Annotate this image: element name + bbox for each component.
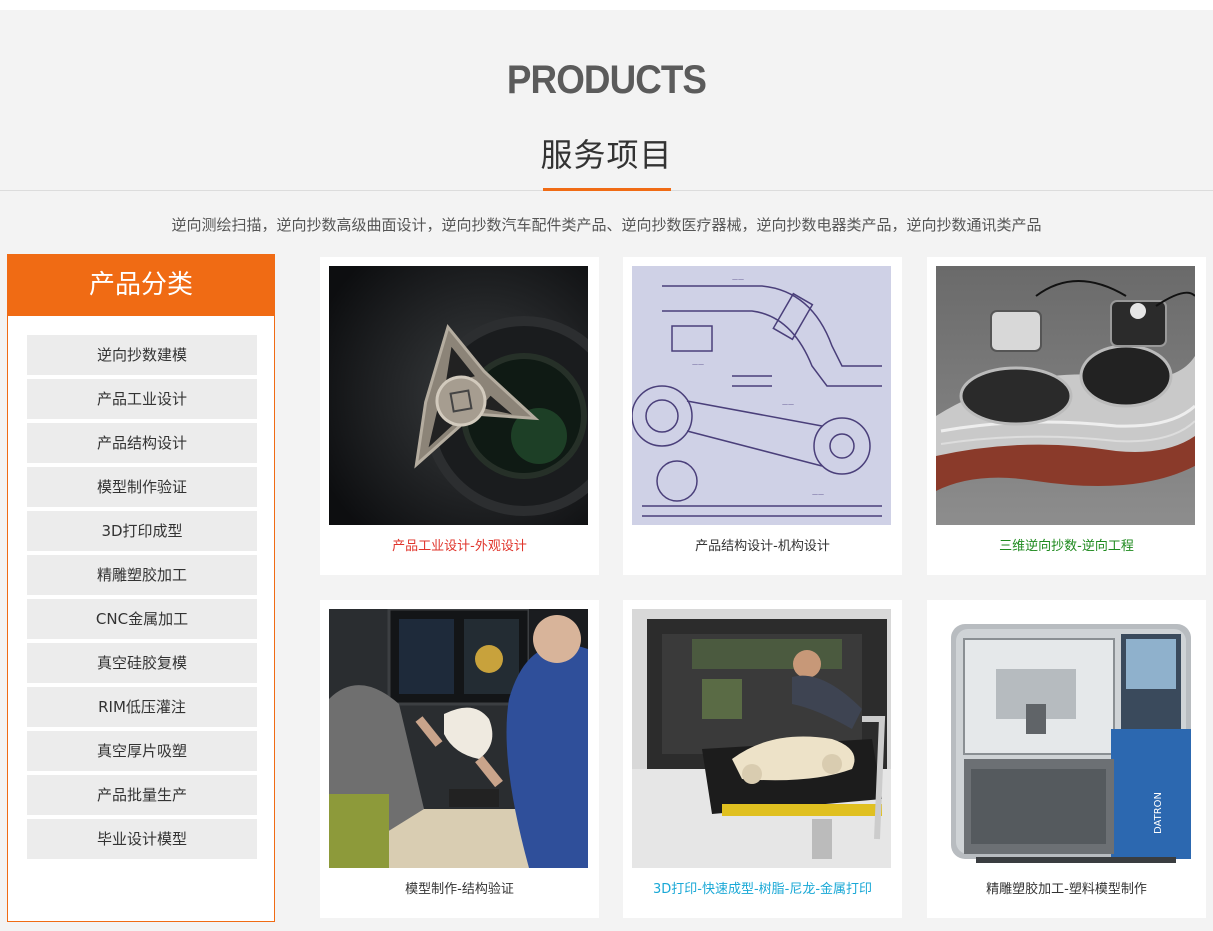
category-item-vacuum-forming[interactable]: 真空厚片吸塑 — [27, 731, 257, 771]
category-item-cnc-metal[interactable]: CNC金属加工 — [27, 599, 257, 639]
product-image-headlamp-render[interactable] — [936, 266, 1195, 525]
category-item-industrial-design[interactable]: 产品工业设计 — [27, 379, 257, 419]
product-image-model-review[interactable] — [329, 609, 588, 868]
product-card[interactable]: 三维逆向抄数-逆向工程 — [927, 257, 1206, 575]
product-caption[interactable]: 产品工业设计-外观设计 — [320, 535, 599, 554]
category-list: 逆向抄数建模 产品工业设计 产品结构设计 模型制作验证 3D打印成型 精雕塑胶加… — [8, 316, 274, 859]
product-caption[interactable]: 产品结构设计-机构设计 — [623, 535, 902, 554]
product-caption[interactable]: 模型制作-结构验证 — [320, 878, 599, 897]
product-caption[interactable]: 精雕塑胶加工-塑料模型制作 — [927, 878, 1206, 897]
category-item-structure-design[interactable]: 产品结构设计 — [27, 423, 257, 463]
product-card[interactable]: 模型制作-结构验证 — [320, 600, 599, 918]
category-item-silicone-mold[interactable]: 真空硅胶复模 — [27, 643, 257, 683]
category-item-model-verification[interactable]: 模型制作验证 — [27, 467, 257, 507]
svg-text:——: —— — [782, 401, 794, 408]
category-item-graduation-model[interactable]: 毕业设计模型 — [27, 819, 257, 859]
svg-text:DATRON: DATRON — [1153, 792, 1164, 834]
svg-text:——: —— — [732, 276, 744, 283]
category-sidebar: 产品分类 逆向抄数建模 产品工业设计 产品结构设计 模型制作验证 3D打印成型 … — [7, 254, 275, 922]
category-item-mass-production[interactable]: 产品批量生产 — [27, 775, 257, 815]
section-subtitle: 逆向测绘扫描，逆向抄数高级曲面设计，逆向抄数汽车配件类产品、逆向抄数医疗器械，逆… — [171, 216, 1042, 234]
product-caption[interactable]: 三维逆向抄数-逆向工程 — [927, 535, 1206, 554]
sidebar-title: 产品分类 — [8, 255, 274, 316]
svg-text:——: —— — [692, 361, 704, 368]
category-item-plastic-machining[interactable]: 精雕塑胶加工 — [27, 555, 257, 595]
product-card[interactable]: 产品工业设计-外观设计 — [320, 257, 599, 575]
section-title-cn: 服务项目 — [540, 136, 673, 174]
product-image-technical-drawing[interactable]: —— —— —— —— — [632, 266, 891, 525]
category-item-3d-printing[interactable]: 3D打印成型 — [27, 511, 257, 551]
section-title-en: PRODUCTS — [506, 58, 707, 102]
top-band — [0, 0, 1213, 10]
product-image-fidget-spinner[interactable] — [329, 266, 588, 525]
product-card[interactable]: DATRON 精雕塑胶加工-塑料模型制作 — [927, 600, 1206, 918]
category-item-rim-casting[interactable]: RIM低压灌注 — [27, 687, 257, 727]
category-item-reverse-modeling[interactable]: 逆向抄数建模 — [27, 335, 257, 375]
svg-text:——: —— — [812, 491, 824, 498]
product-card[interactable]: 3D打印-快速成型-树脂-尼龙-金属打印 — [623, 600, 902, 918]
product-caption[interactable]: 3D打印-快速成型-树脂-尼龙-金属打印 — [623, 878, 902, 897]
product-image-cnc-machine[interactable]: DATRON — [936, 609, 1195, 868]
title-underline — [543, 188, 671, 191]
product-image-3d-printer[interactable] — [632, 609, 891, 868]
product-card[interactable]: —— —— —— —— 产品结构设计-机构设计 — [623, 257, 902, 575]
